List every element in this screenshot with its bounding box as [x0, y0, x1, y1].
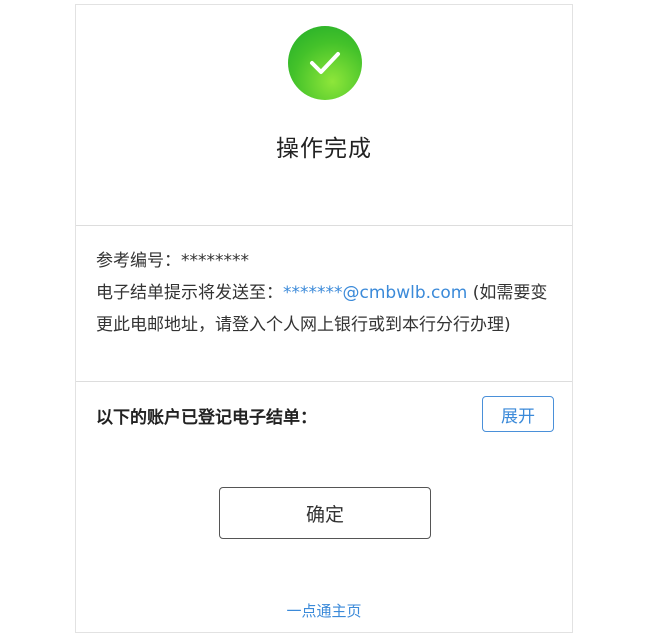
page-title: 操作完成 — [276, 136, 372, 162]
email-notice: 电子结单提示将发送至：*******@cmbwlb.com (如需要变更此电邮地… — [96, 277, 556, 341]
result-card: 操作完成 参考编号：******** 电子结单提示将发送至：*******@cm… — [75, 4, 573, 633]
divider — [76, 225, 572, 226]
success-check-icon — [288, 26, 362, 100]
email-notice-prefix: 电子结单提示将发送至： — [96, 283, 283, 303]
check-icon — [310, 52, 340, 74]
info-block: 参考编号：******** 电子结单提示将发送至：*******@cmbwlb.… — [96, 245, 556, 341]
email-address: *******@cmbwlb.com — [283, 283, 468, 303]
confirm-button[interactable]: 确定 — [219, 487, 431, 539]
reference-value: ******** — [181, 251, 249, 271]
reference-label: 参考编号： — [96, 251, 181, 271]
divider — [76, 381, 572, 382]
reference-number: 参考编号：******** — [96, 245, 556, 277]
registered-accounts-label: 以下的账户已登记电子结单： — [96, 408, 317, 428]
expand-button[interactable]: 展开 — [482, 396, 554, 432]
home-link[interactable]: 一点通主页 — [76, 600, 572, 621]
